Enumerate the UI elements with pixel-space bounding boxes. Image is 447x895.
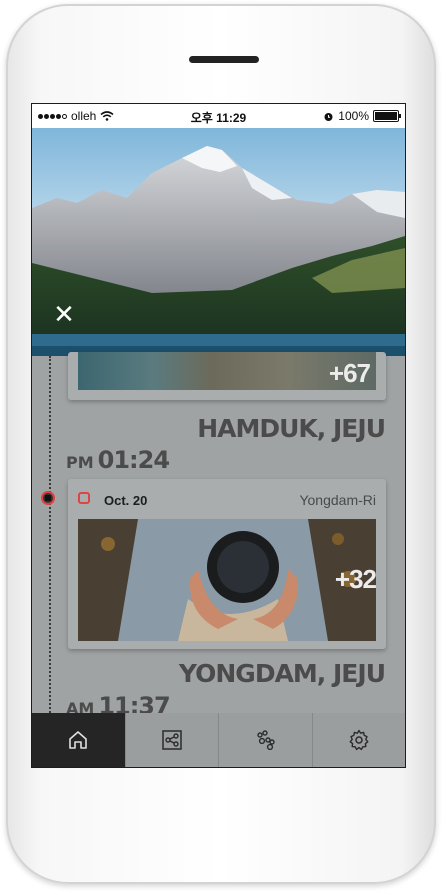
photo-count: +32 bbox=[334, 564, 377, 594]
close-button[interactable]: ✕ bbox=[52, 299, 76, 329]
place-label: YONGDAM, JEJU bbox=[178, 659, 386, 688]
hero-photo: ✕ bbox=[32, 128, 405, 356]
home-button-area[interactable] bbox=[0, 770, 447, 870]
phone-speaker bbox=[189, 56, 259, 63]
timeline-line bbox=[49, 356, 51, 713]
tab-paw[interactable] bbox=[219, 713, 313, 767]
photo-card[interactable]: +67 bbox=[68, 352, 386, 400]
status-right: 100% bbox=[323, 109, 401, 123]
photo-count: +67 bbox=[328, 358, 371, 388]
coffee-cup-image bbox=[78, 519, 376, 641]
entry-tag-icon bbox=[78, 492, 90, 504]
home-icon bbox=[69, 731, 88, 749]
paw-icon bbox=[257, 730, 275, 751]
gear-icon bbox=[349, 729, 369, 751]
battery-percent: 100% bbox=[338, 109, 369, 123]
timeline-marker bbox=[41, 491, 55, 505]
timeline-feed[interactable]: +67 HAMDUK, JEJU PM 01:24 Oct. 20 Yongdam… bbox=[32, 352, 405, 720]
battery-icon bbox=[373, 110, 401, 122]
card-date: Oct. 20 bbox=[104, 493, 148, 508]
tab-settings[interactable] bbox=[313, 713, 406, 767]
status-bar: olleh 오후 11:29 100% bbox=[32, 104, 405, 128]
time-clock: 01:24 bbox=[97, 446, 170, 474]
mountain-landscape-image bbox=[32, 146, 405, 356]
alarm-icon bbox=[324, 112, 333, 121]
app-screen: olleh 오후 11:29 100% ✕ +67 HAMDUK, JEJU P… bbox=[31, 103, 406, 768]
tab-share[interactable] bbox=[126, 713, 219, 767]
card-photo bbox=[78, 519, 376, 641]
place-label: HAMDUK, JEJU bbox=[197, 414, 386, 443]
card-location: Yongdam-Ri bbox=[299, 492, 376, 508]
time-ampm: PM bbox=[66, 453, 94, 472]
close-icon: ✕ bbox=[53, 299, 75, 329]
share-icon bbox=[162, 730, 182, 750]
photo-card[interactable]: Oct. 20 Yongdam-Ri +32 bbox=[68, 479, 386, 649]
tab-home[interactable] bbox=[32, 713, 126, 767]
tab-bar bbox=[32, 713, 405, 767]
entry-time: PM 01:24 bbox=[66, 446, 170, 474]
